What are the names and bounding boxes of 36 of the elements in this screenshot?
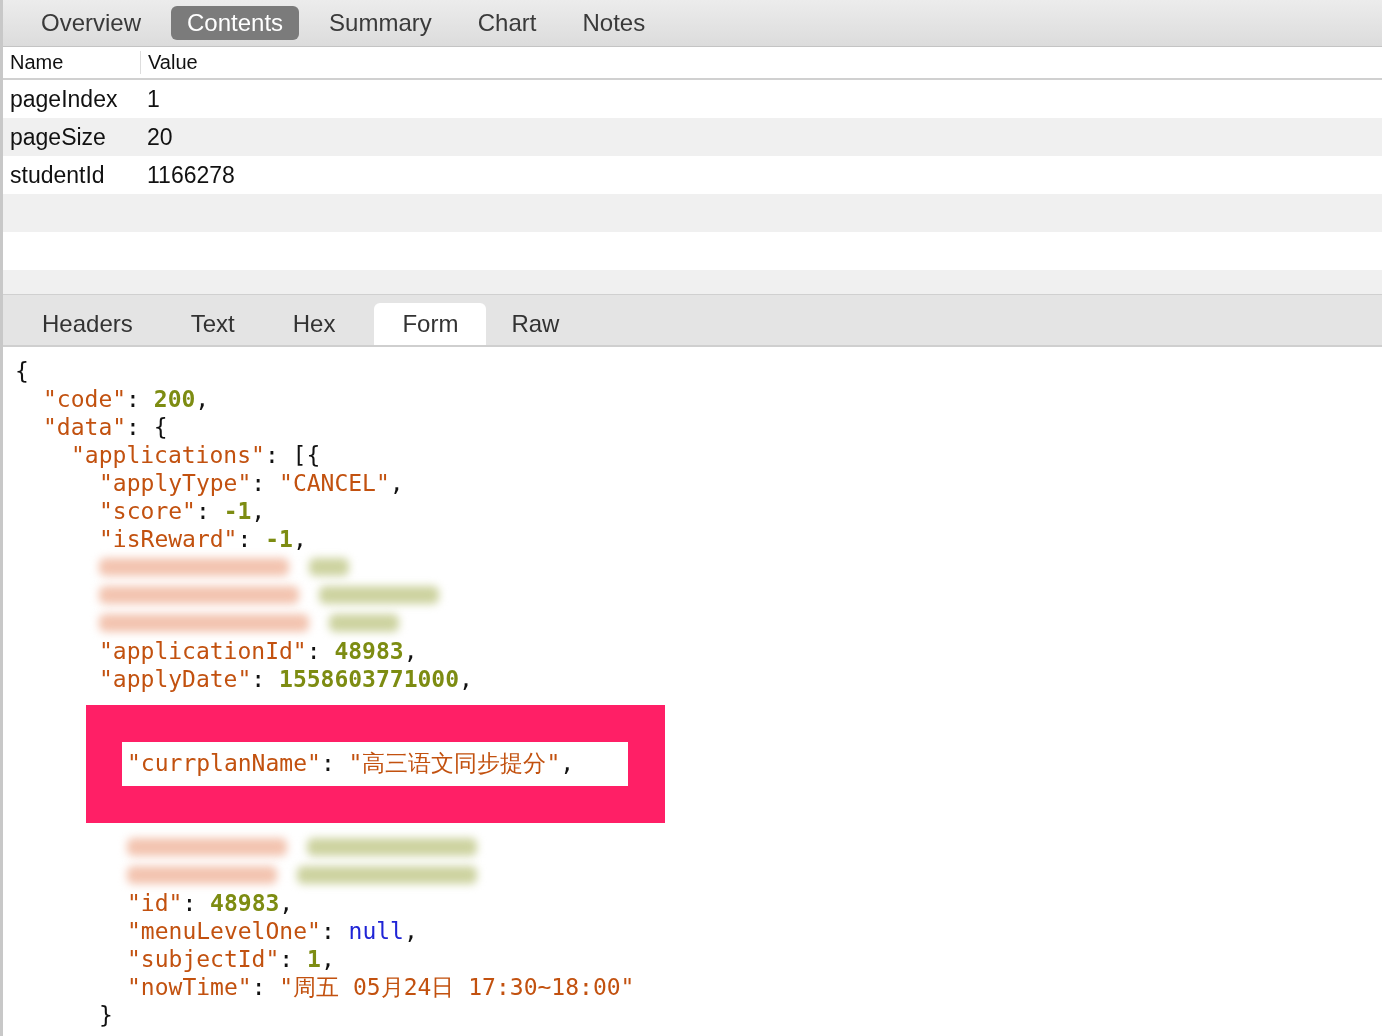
tab[interactable]: Overview [25, 6, 158, 40]
code-line: "id": 48983, [127, 889, 294, 917]
code-line: "menuLevelOne": null, [127, 917, 418, 945]
table-row[interactable]: pageSize 20 [3, 118, 1382, 156]
table-cell-text: pageSize [9, 123, 107, 151]
table-cell-text: 1 [146, 85, 160, 113]
table-cell-text: pageIndex [9, 85, 119, 113]
code-line: "isReward": -1, [99, 525, 307, 553]
tab[interactable]: Summary [313, 6, 448, 40]
redacted-text [309, 558, 349, 576]
tab[interactable]: Notes [566, 6, 662, 40]
tab[interactable]: Chart [461, 6, 553, 40]
column-header[interactable]: Name [3, 51, 140, 74]
code-line: "applyDate": 1558603771000, [99, 665, 473, 693]
redacted-text [329, 614, 399, 632]
table-cell-text: studentId [9, 161, 106, 189]
code-line: "applyType": "CANCEL", [99, 469, 404, 497]
code-line: "score": -1, [99, 497, 266, 525]
column-header[interactable]: Value [140, 51, 198, 74]
code-line: "subjectId": 1, [127, 945, 335, 973]
code-line: "data": { [43, 413, 168, 441]
tab[interactable]: Form [374, 303, 487, 345]
tab[interactable]: Contents [171, 6, 300, 40]
tab[interactable]: Raw [492, 303, 579, 345]
code-line: "nowTime": "周五 05月24日 17:30~18:00" [127, 973, 635, 1001]
code-line: "applicationId": 48983, [99, 637, 418, 665]
tab[interactable]: Text [171, 303, 254, 345]
code-line: "code": 200, [43, 385, 210, 413]
code-line: "applications": [{ [71, 441, 321, 469]
tab[interactable]: Hex [273, 303, 355, 345]
tab[interactable]: Headers [23, 303, 152, 345]
code-line: { [15, 357, 29, 385]
code-line: "currplanName": "高三语文同步提分", [127, 749, 575, 777]
table-cell-text: 20 [146, 123, 173, 151]
code-line: } [99, 1001, 113, 1029]
table-cell-text: 1166278 [146, 161, 235, 189]
